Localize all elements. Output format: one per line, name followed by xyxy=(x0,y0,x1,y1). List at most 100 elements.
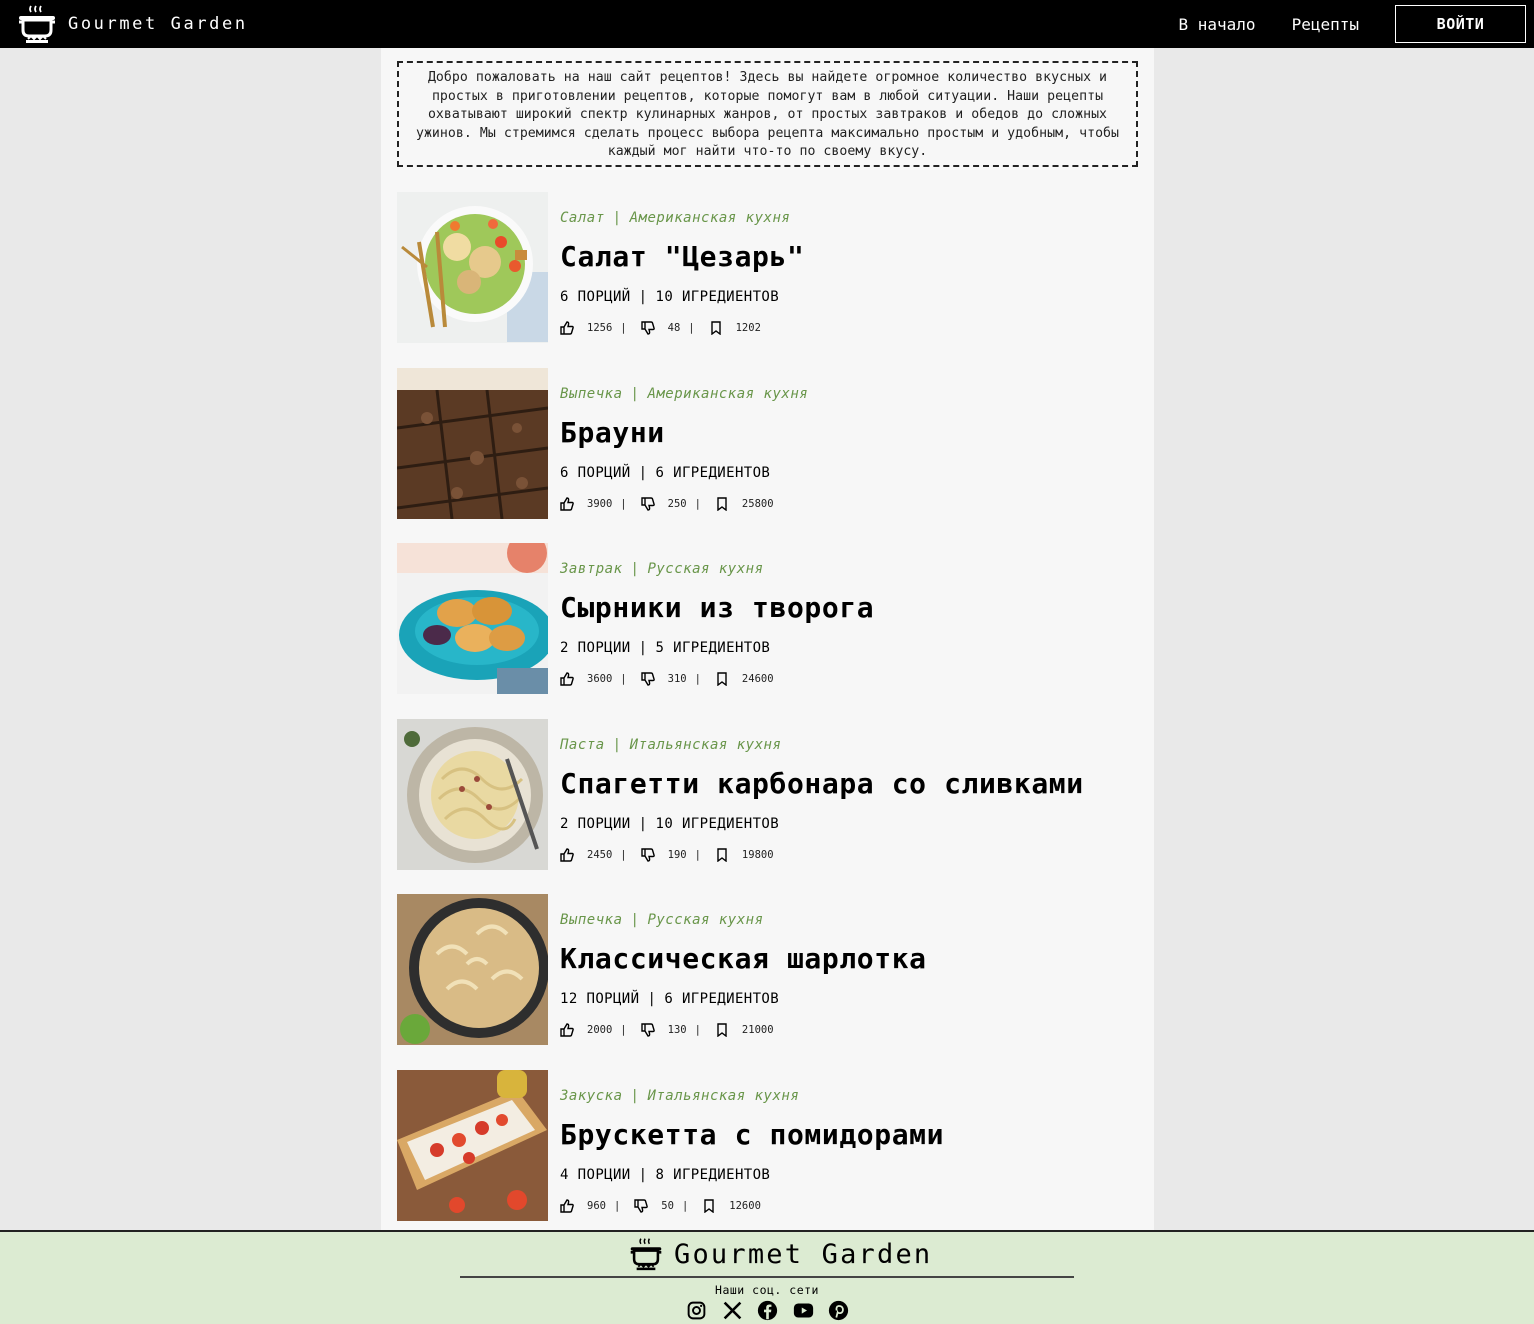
cuisine-label: Итальянская кухня xyxy=(629,737,782,753)
bookmark-icon[interactable] xyxy=(715,1023,729,1037)
bookmark-icon[interactable] xyxy=(715,497,729,511)
recipe-stats: 2450 | 190 | 19800 xyxy=(560,848,774,862)
separator: | xyxy=(694,1024,701,1036)
cooking-pot-logo-icon xyxy=(630,1238,662,1271)
bookmark-icon[interactable] xyxy=(709,321,723,335)
nav-home-link[interactable]: В начало xyxy=(1179,15,1256,34)
bookmark-icon[interactable] xyxy=(715,848,729,862)
dislikes-count: 50 xyxy=(661,1200,674,1212)
bookmark-icon[interactable] xyxy=(715,672,729,686)
instagram-icon[interactable] xyxy=(686,1300,707,1321)
thumbs-down-icon[interactable] xyxy=(640,321,655,335)
recipe-title[interactable]: Классическая шарлотка xyxy=(560,942,927,975)
saves-count: 1202 xyxy=(735,322,761,334)
thumbs-up-icon[interactable] xyxy=(560,497,574,511)
recipe-card[interactable]: Салат | Американская кухня Салат "Цезарь" … xyxy=(397,192,1137,343)
nav-recipes-link[interactable]: Рецепты xyxy=(1292,15,1359,34)
recipe-photo[interactable] xyxy=(397,368,548,519)
thumbs-down-icon[interactable] xyxy=(640,1023,655,1037)
separator: | xyxy=(638,640,648,656)
recipe-info: 12 ПОРЦИЙ | 6 ИГРЕДИЕНТОВ xyxy=(560,991,779,1007)
ingredients-label: 10 ИГРЕДИЕНТОВ xyxy=(655,289,780,305)
thumbs-up-icon[interactable] xyxy=(560,1023,574,1037)
recipe-card[interactable]: Паста | Итальянская кухня Спагетти карбона… xyxy=(397,719,1137,870)
cuisine-label: Итальянская кухня xyxy=(647,1088,800,1104)
recipe-photo[interactable] xyxy=(397,894,548,1045)
thumbs-down-icon[interactable] xyxy=(640,848,655,862)
recipe-card[interactable]: Закуска | Итальянская кухня Брускетта с по… xyxy=(397,1070,1137,1221)
ingredients-label: 6 ИГРЕДИЕНТОВ xyxy=(655,465,771,481)
recipe-card[interactable]: Завтрак | Русская кухня Сырники из творога… xyxy=(397,543,1137,694)
separator: | xyxy=(688,322,695,334)
separator: | xyxy=(638,289,648,305)
recipe-info: 2 ПОРЦИИ | 10 ИГРЕДИЕНТОВ xyxy=(560,816,779,832)
saves-count: 12600 xyxy=(729,1200,761,1212)
separator: | xyxy=(681,1200,689,1212)
login-button[interactable]: ВОЙТИ xyxy=(1395,5,1526,43)
saves-count: 19800 xyxy=(741,849,774,861)
separator: | xyxy=(630,561,640,577)
separator: | xyxy=(630,386,640,402)
recipe-stats: 3600 | 310 | 24600 xyxy=(560,672,774,686)
category-label: Закуска xyxy=(560,1088,623,1104)
cuisine-label: Русская кухня xyxy=(647,561,764,577)
brand-name: Gourmet Garden xyxy=(68,14,248,34)
separator: | xyxy=(694,673,701,685)
top-navbar: Gourmet Garden В начало Рецепты ВОЙТИ xyxy=(0,0,1534,48)
category-label: Выпечка xyxy=(560,912,623,928)
footer-brand[interactable]: Gourmet Garden xyxy=(628,1236,932,1272)
footer-divider xyxy=(460,1276,1074,1278)
servings-label: 4 ПОРЦИИ xyxy=(560,1167,631,1183)
thumbs-up-icon[interactable] xyxy=(560,321,574,335)
recipe-stats: 3900 | 250 | 25800 xyxy=(560,497,774,511)
servings-label: 6 ПОРЦИЙ xyxy=(560,465,631,481)
separator: | xyxy=(630,1088,640,1104)
recipe-title[interactable]: Салат "Цезарь" xyxy=(560,240,804,273)
bookmark-icon[interactable] xyxy=(702,1199,716,1213)
recipe-title[interactable]: Брауни xyxy=(560,416,665,449)
recipe-info: 6 ПОРЦИЙ | 6 ИГРЕДИЕНТОВ xyxy=(560,465,770,481)
thumbs-up-icon[interactable] xyxy=(560,1199,574,1213)
thumbs-down-icon[interactable] xyxy=(640,497,655,511)
facebook-icon[interactable] xyxy=(757,1300,778,1321)
separator: | xyxy=(647,991,657,1007)
saves-count: 25800 xyxy=(741,498,774,510)
recipe-stats: 2000 | 130 | 21000 xyxy=(560,1023,774,1037)
recipe-stats: 1256 | 48 | 1202 xyxy=(560,321,761,335)
recipe-photo[interactable] xyxy=(397,1070,548,1221)
separator: | xyxy=(694,849,701,861)
category-label: Завтрак xyxy=(560,561,623,577)
social-links xyxy=(686,1300,864,1321)
recipe-category: Выпечка | Русская кухня xyxy=(560,912,764,928)
ingredients-label: 8 ИГРЕДИЕНТОВ xyxy=(655,1167,771,1183)
dislikes-count: 130 xyxy=(667,1024,687,1036)
dislikes-count: 250 xyxy=(667,498,687,510)
thumbs-down-icon[interactable] xyxy=(640,672,655,686)
recipe-photo[interactable] xyxy=(397,192,548,343)
thumbs-down-icon[interactable] xyxy=(634,1199,649,1213)
recipe-title[interactable]: Брускетта с помидорами xyxy=(560,1118,944,1151)
recipe-title[interactable]: Спагетти карбонара со сливками xyxy=(560,767,1084,800)
recipe-card[interactable]: Выпечка | Американская кухня Брауни 6 ПОРЦ… xyxy=(397,368,1137,519)
recipe-card[interactable]: Выпечка | Русская кухня Классическая шарло… xyxy=(397,894,1137,1045)
likes-count: 1256 xyxy=(587,322,613,334)
likes-count: 2000 xyxy=(587,1024,613,1036)
thumbs-up-icon[interactable] xyxy=(560,848,574,862)
ingredients-label: 6 ИГРЕДИЕНТОВ xyxy=(664,991,780,1007)
recipe-category: Закуска | Итальянская кухня xyxy=(560,1088,799,1104)
category-label: Паста xyxy=(560,737,605,753)
main-content: Добро пожаловать на наш сайт рецептов! З… xyxy=(381,48,1154,1230)
recipe-photo[interactable] xyxy=(397,719,548,870)
separator: | xyxy=(620,849,627,861)
youtube-icon[interactable] xyxy=(793,1300,814,1321)
cuisine-label: Американская кухня xyxy=(629,210,791,226)
recipe-title[interactable]: Сырники из творога xyxy=(560,591,874,624)
x-icon[interactable] xyxy=(722,1300,743,1321)
thumbs-up-icon[interactable] xyxy=(560,672,574,686)
pinterest-icon[interactable] xyxy=(828,1300,849,1321)
cuisine-label: Русская кухня xyxy=(647,912,764,928)
dislikes-count: 310 xyxy=(667,673,687,685)
recipe-photo[interactable] xyxy=(397,543,548,694)
brand-home-link[interactable]: Gourmet Garden xyxy=(16,4,248,44)
separator: | xyxy=(612,737,622,753)
